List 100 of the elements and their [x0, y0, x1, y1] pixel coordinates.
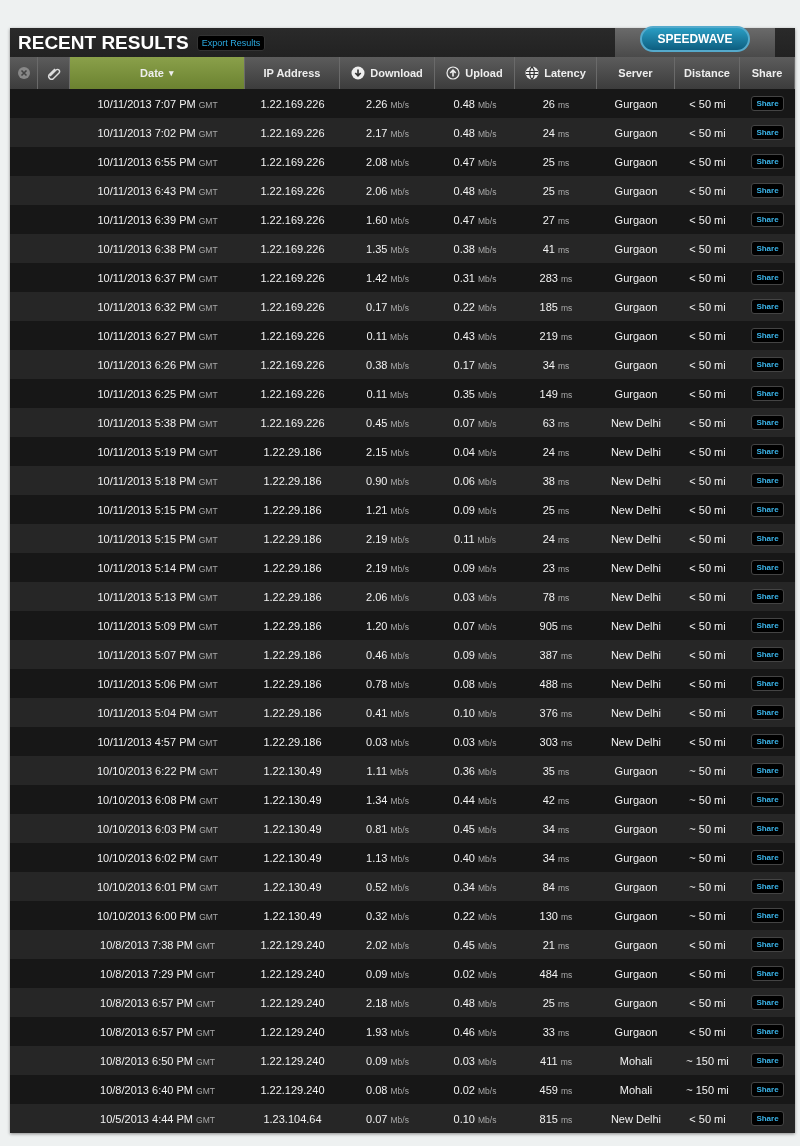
table-cell: 303 ms — [539, 735, 573, 748]
table-cell: 1.13 Mb/s — [366, 851, 409, 864]
table-cell: 0.45 Mb/s — [453, 822, 497, 835]
table-cell: 0.17 Mb/s — [453, 358, 497, 371]
table-cell: 1.22.29.186 — [263, 474, 322, 487]
share-button[interactable]: Share — [751, 212, 784, 227]
share-button[interactable]: Share — [751, 937, 784, 952]
share-button[interactable]: Share — [751, 560, 784, 575]
share-button[interactable]: Share — [751, 241, 784, 256]
share-button[interactable]: Share — [751, 270, 784, 285]
share-button[interactable]: Share — [751, 1053, 784, 1068]
share-button[interactable]: Share — [751, 531, 784, 546]
share-button[interactable]: Share — [751, 647, 784, 662]
share-button[interactable]: Share — [751, 995, 784, 1010]
table-cell: Gurgaon — [614, 793, 658, 806]
table-cell: 1.22.169.226 — [260, 329, 325, 342]
table-cell: 0.46 Mb/s — [366, 648, 409, 661]
table-cell: < 50 mi — [689, 358, 726, 371]
table-cell: 1.42 Mb/s — [366, 271, 409, 284]
table-cell: < 50 mi — [689, 677, 726, 690]
table-cell: Gurgaon — [614, 1025, 658, 1038]
table-cell: 0.38 Mb/s — [453, 242, 497, 255]
table-cell: 10/10/2013 6:00 PM GMT — [97, 909, 218, 922]
table-cell: Mohali — [619, 1083, 653, 1096]
table-cell: New Delhi — [610, 590, 662, 603]
table-cell: 484 ms — [539, 967, 573, 980]
table-cell: 0.45 Mb/s — [453, 938, 497, 951]
table-cell: 1.11 Mb/s — [366, 764, 409, 777]
table-cell: < 50 mi — [689, 996, 726, 1009]
share-button[interactable]: Share — [751, 96, 784, 111]
table-cell: Gurgaon — [614, 155, 658, 168]
share-button[interactable]: Share — [751, 473, 784, 488]
table-cell: 34 ms — [542, 822, 570, 835]
share-button[interactable]: Share — [751, 850, 784, 865]
table-cell: 0.17 Mb/s — [366, 300, 409, 313]
table-cell: 0.46 Mb/s — [453, 1025, 497, 1038]
share-button[interactable]: Share — [751, 589, 784, 604]
share-button[interactable]: Share — [751, 1111, 784, 1126]
table-cell: 0.07 Mb/s — [453, 619, 497, 632]
table-cell: 26 ms — [542, 97, 570, 110]
share-button[interactable]: Share — [751, 792, 784, 807]
table-cell: 905 ms — [539, 619, 573, 632]
share-button[interactable]: Share — [751, 821, 784, 836]
table-cell: < 50 mi — [689, 300, 726, 313]
share-button[interactable]: Share — [751, 1024, 784, 1039]
share-button[interactable]: Share — [751, 386, 784, 401]
export-results-button[interactable]: Export Results — [196, 34, 266, 51]
table-cell: 1.22.29.186 — [263, 735, 322, 748]
table-cell: 41 ms — [542, 242, 570, 255]
share-button[interactable]: Share — [751, 676, 784, 691]
share-button[interactable]: Share — [751, 328, 784, 343]
table-cell: 10/8/2013 6:50 PM GMT — [100, 1054, 215, 1067]
share-button[interactable]: Share — [751, 879, 784, 894]
table-cell: 1.22.29.186 — [263, 561, 322, 574]
table-cell: 1.22.129.240 — [260, 938, 325, 951]
share-button[interactable]: Share — [751, 357, 784, 372]
table-cell: 815 ms — [539, 1112, 573, 1125]
table-cell: 38 ms — [542, 474, 570, 487]
table-cell: 10/11/2013 6:43 PM GMT — [97, 184, 218, 197]
table-cell: 0.07 Mb/s — [366, 1112, 409, 1125]
table-cell: New Delhi — [610, 706, 662, 719]
table-cell: 0.09 Mb/s — [453, 648, 497, 661]
table-cell: 1.22.130.49 — [263, 822, 322, 835]
table-cell: 1.22.130.49 — [263, 764, 322, 777]
share-button[interactable]: Share — [751, 763, 784, 778]
share-button[interactable]: Share — [751, 183, 784, 198]
table-cell: New Delhi — [610, 619, 662, 632]
table-cell: 2.18 Mb/s — [366, 996, 409, 1009]
table-cell: 23 ms — [542, 561, 570, 574]
table-cell: 1.23.104.64 — [263, 1112, 322, 1125]
share-button[interactable]: Share — [751, 444, 784, 459]
table-cell: 0.43 Mb/s — [453, 329, 497, 342]
share-button[interactable]: Share — [751, 1082, 784, 1097]
table-cell: 10/11/2013 5:15 PM GMT — [97, 532, 218, 545]
table-cell: 411 ms — [540, 1054, 572, 1067]
table-cell: 0.48 Mb/s — [453, 184, 497, 197]
table-cell: 10/11/2013 6:32 PM GMT — [97, 300, 218, 313]
share-button[interactable]: Share — [751, 154, 784, 169]
table-cell: 25 ms — [542, 503, 570, 516]
share-button[interactable]: Share — [751, 705, 784, 720]
share-button[interactable]: Share — [751, 299, 784, 314]
share-button[interactable]: Share — [751, 734, 784, 749]
share-button[interactable]: Share — [751, 966, 784, 981]
table-cell: 0.02 Mb/s — [453, 1083, 497, 1096]
share-button[interactable]: Share — [751, 908, 784, 923]
share-button[interactable]: Share — [751, 415, 784, 430]
table-cell: < 50 mi — [689, 619, 726, 632]
table-cell: Gurgaon — [614, 851, 658, 864]
share-button[interactable]: Share — [751, 125, 784, 140]
speedwave-button[interactable]: SPEEDWAVE — [640, 26, 750, 52]
share-button[interactable]: Share — [751, 502, 784, 517]
table-cell: 10/11/2013 5:07 PM GMT — [97, 648, 218, 661]
table-cell: 10/11/2013 6:39 PM GMT — [97, 213, 218, 226]
table-cell: 0.41 Mb/s — [366, 706, 409, 719]
table-cell: 10/11/2013 6:25 PM GMT — [97, 387, 218, 400]
table-cell: New Delhi — [610, 735, 662, 748]
table-cell: New Delhi — [610, 416, 662, 429]
table-cell: < 50 mi — [689, 97, 726, 110]
share-button[interactable]: Share — [751, 618, 784, 633]
table-cell: Gurgaon — [614, 880, 658, 893]
